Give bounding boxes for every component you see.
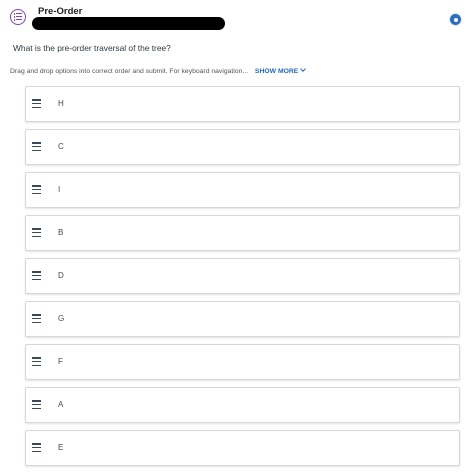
- question-text: What is the pre-order traversal of the t…: [13, 43, 171, 53]
- show-more-label: SHOW MORE: [254, 68, 299, 75]
- option-label: F: [58, 357, 63, 366]
- drag-option[interactable]: E: [25, 430, 460, 466]
- drag-handle-icon[interactable]: [32, 443, 41, 454]
- instructions-text: Drag and drop options into correct order…: [10, 68, 249, 75]
- drag-option[interactable]: A: [25, 387, 460, 423]
- drag-handle-icon[interactable]: [32, 228, 41, 239]
- drag-option[interactable]: B: [25, 215, 460, 251]
- drag-option[interactable]: H: [25, 86, 460, 122]
- option-label: E: [58, 443, 64, 452]
- instructions: Drag and drop options into correct order…: [10, 66, 307, 75]
- drag-option[interactable]: G: [25, 301, 460, 337]
- show-more-link[interactable]: SHOW MORE: [254, 66, 307, 75]
- drag-handle-icon[interactable]: [32, 142, 41, 153]
- drag-option[interactable]: D: [25, 258, 460, 294]
- option-label: A: [58, 400, 64, 409]
- option-label: H: [58, 99, 64, 108]
- option-label: I: [58, 185, 61, 194]
- drag-option[interactable]: F: [25, 344, 460, 380]
- option-label: B: [58, 228, 64, 237]
- question-list-icon: [10, 9, 26, 25]
- option-label: G: [58, 314, 65, 323]
- drag-handle-icon[interactable]: [32, 99, 41, 110]
- question-title: Pre-Order: [38, 6, 83, 17]
- option-label: C: [58, 142, 64, 151]
- option-label: D: [58, 271, 64, 280]
- drag-handle-icon[interactable]: [32, 314, 41, 325]
- drag-option[interactable]: C: [25, 129, 460, 165]
- drag-handle-icon[interactable]: [32, 185, 41, 196]
- info-button[interactable]: [449, 13, 462, 26]
- drag-handle-icon[interactable]: [32, 400, 41, 411]
- redacted-bar: [32, 17, 225, 30]
- drag-handle-icon[interactable]: [32, 271, 41, 282]
- question-header: Pre-Order: [0, 0, 474, 34]
- drag-handle-icon[interactable]: [32, 357, 41, 368]
- drag-option[interactable]: I: [25, 172, 460, 208]
- chevron-down-icon: [300, 66, 307, 72]
